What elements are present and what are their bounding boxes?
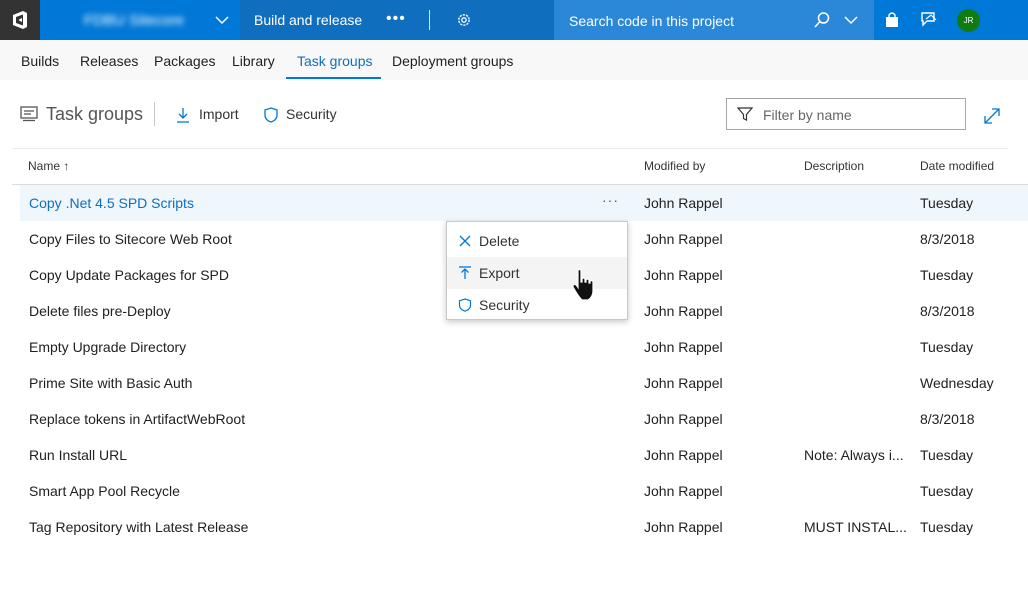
vsts-logo-icon (13, 11, 27, 29)
column-header-date-modified[interactable]: Date modified (920, 159, 994, 173)
shield-icon[interactable] (264, 107, 278, 123)
top-bar: FDBU Sitecore Build and release ••• Sear… (0, 0, 1028, 40)
tab-deployment-groups[interactable]: Deployment groups (392, 53, 513, 69)
tab-task-groups[interactable]: Task groups (297, 53, 372, 69)
project-name: FDBU Sitecore (84, 11, 185, 29)
context-menu: Delete Export Security (446, 221, 628, 320)
date-modified: 8/3/2018 (920, 303, 975, 319)
task-group-name[interactable]: Tag Repository with Latest Release (29, 519, 248, 535)
modified-by: John Rappel (644, 267, 723, 283)
table-row[interactable]: Tag Repository with Latest Release John … (20, 509, 1028, 545)
description: MUST INSTAL... (804, 519, 907, 535)
vsts-logo[interactable] (0, 0, 40, 40)
task-group-name[interactable]: Smart App Pool Recycle (29, 483, 180, 499)
date-modified: Wednesday (920, 375, 994, 391)
shopping-bag-icon[interactable] (884, 11, 900, 29)
date-modified: Tuesday (920, 483, 974, 499)
table-row[interactable]: Prime Site with Basic Auth John Rappel W… (20, 365, 1028, 401)
table-row[interactable]: Smart App Pool Recycle John Rappel Tuesd… (20, 473, 1028, 509)
date-modified: Tuesday (920, 339, 974, 355)
date-modified: Tuesday (920, 447, 974, 463)
filter-input[interactable]: Filter by name (763, 107, 852, 123)
security-button[interactable]: Security (286, 106, 337, 122)
column-header-name[interactable]: Name ↑ (28, 159, 69, 173)
modified-by: John Rappel (644, 303, 723, 319)
hub-title[interactable]: Build and release (254, 12, 362, 28)
hand-cursor-icon (572, 269, 594, 301)
date-modified: 8/3/2018 (920, 231, 975, 247)
hub-divider (429, 10, 430, 30)
menu-item-export[interactable]: Export (447, 257, 627, 289)
tab-builds[interactable]: Builds (21, 53, 59, 69)
gear-icon[interactable] (456, 12, 472, 28)
modified-by: John Rappel (644, 231, 723, 247)
import-button[interactable]: Import (199, 106, 239, 122)
task-group-name[interactable]: Copy Files to Sitecore Web Root (29, 231, 232, 247)
menu-item-label: Security (479, 297, 530, 313)
close-icon (459, 235, 471, 247)
menu-item-security[interactable]: Security (447, 289, 627, 321)
more-icon[interactable]: ••• (386, 10, 406, 28)
date-modified: Tuesday (920, 519, 974, 535)
hub-group: Build and release ••• (240, 0, 554, 40)
tab-packages[interactable]: Packages (154, 53, 215, 69)
project-selector[interactable]: FDBU Sitecore (40, 0, 240, 40)
task-group-name[interactable]: Run Install URL (29, 447, 127, 463)
tab-releases[interactable]: Releases (80, 53, 138, 69)
table-row[interactable]: Replace tokens in ArtifactWebRoot John R… (20, 401, 1028, 437)
upload-icon (459, 266, 471, 279)
task-group-name[interactable]: Copy .Net 4.5 SPD Scripts (29, 195, 194, 211)
modified-by: John Rappel (644, 519, 723, 535)
column-header-description[interactable]: Description (804, 159, 864, 173)
page-title: Task groups (46, 104, 144, 124)
download-icon[interactable] (176, 107, 190, 123)
filter-icon (737, 107, 753, 121)
date-modified: 8/3/2018 (920, 411, 975, 427)
task-group-name[interactable]: Copy Update Packages for SPD (29, 267, 229, 283)
task-group-name[interactable]: Empty Upgrade Directory (29, 339, 186, 355)
table-top-divider (12, 148, 1008, 149)
task-group-icon (20, 106, 38, 122)
feedback-icon[interactable] (920, 11, 938, 29)
table-row[interactable]: Empty Upgrade Directory John Rappel Tues… (20, 329, 1028, 365)
avatar[interactable]: JR (957, 9, 980, 32)
search-box[interactable]: Search code in this project (554, 0, 874, 40)
search-icon[interactable] (813, 11, 831, 29)
modified-by: John Rappel (644, 447, 723, 463)
search-input[interactable]: Search code in this project (569, 13, 734, 29)
hub-tabs: Builds Releases Packages Library Task gr… (0, 40, 1028, 80)
task-group-name[interactable]: Prime Site with Basic Auth (29, 375, 192, 391)
modified-by: John Rappel (644, 339, 723, 355)
task-group-name[interactable]: Replace tokens in ArtifactWebRoot (29, 411, 245, 427)
table-row[interactable]: Copy .Net 4.5 SPD Scripts ··· John Rappe… (20, 185, 1028, 221)
expand-icon[interactable] (983, 107, 1001, 125)
modified-by: John Rappel (644, 411, 723, 427)
description: Note: Always i... (804, 447, 904, 463)
chevron-down-icon (215, 16, 229, 25)
date-modified: Tuesday (920, 267, 974, 283)
task-group-name[interactable]: Delete files pre-Deploy (29, 303, 171, 319)
chevron-down-icon[interactable] (843, 12, 859, 28)
shield-icon (458, 298, 472, 312)
tab-library[interactable]: Library (232, 53, 275, 69)
menu-item-label: Export (479, 265, 520, 281)
more-actions-icon[interactable]: ··· (602, 192, 619, 208)
modified-by: John Rappel (644, 375, 723, 391)
modified-by: John Rappel (644, 483, 723, 499)
menu-item-label: Delete (479, 233, 520, 249)
date-modified: Tuesday (920, 195, 974, 211)
filter-box[interactable]: Filter by name (726, 98, 966, 130)
active-tab-indicator (286, 77, 381, 79)
menu-item-delete[interactable]: Delete (447, 225, 627, 257)
modified-by: John Rappel (644, 195, 723, 211)
table-row[interactable]: Run Install URL John Rappel Note: Always… (20, 437, 1028, 473)
toolbar-divider (154, 102, 155, 126)
column-header-modified-by[interactable]: Modified by (644, 159, 705, 173)
